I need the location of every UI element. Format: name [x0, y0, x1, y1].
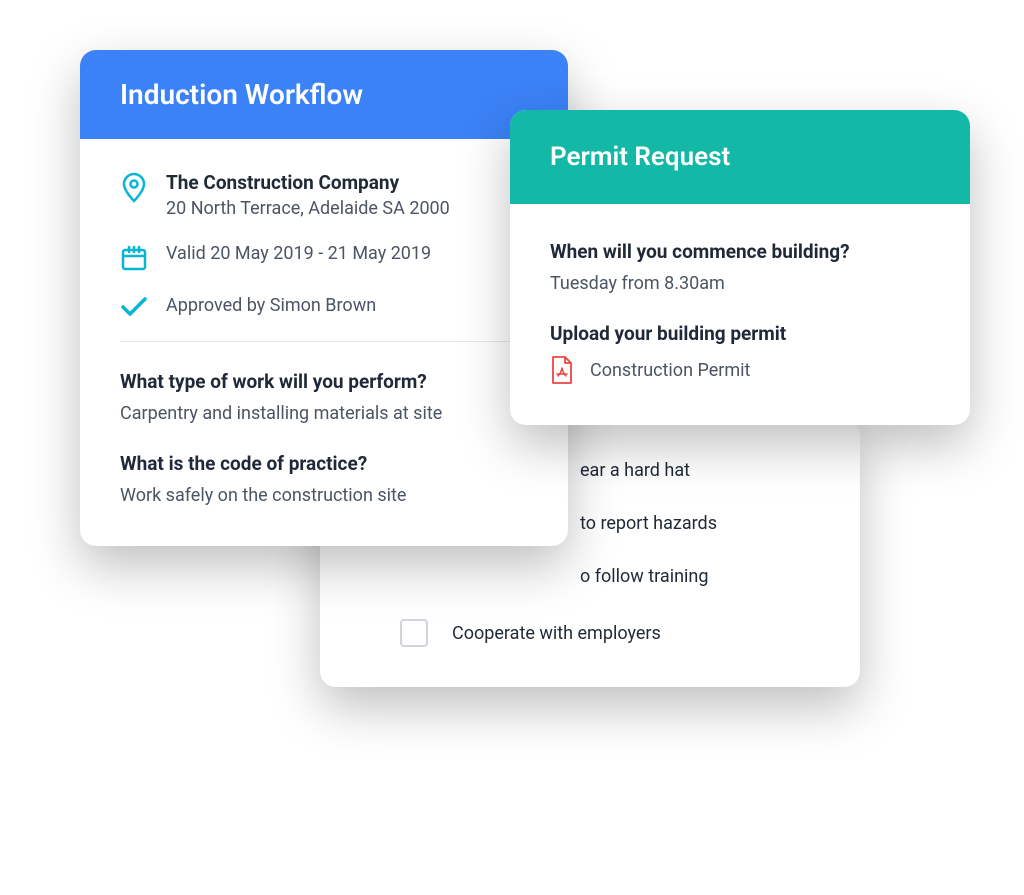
pdf-file-icon — [550, 355, 574, 385]
calendar-icon — [120, 243, 148, 271]
code-practice-answer: Work safely on the construction site — [120, 485, 528, 506]
commence-question: When will you commence building? — [550, 240, 930, 263]
permit-title: Permit Request — [550, 142, 730, 172]
location-row: The Construction Company 20 North Terrac… — [120, 171, 528, 219]
upload-question: Upload your building permit — [550, 322, 930, 345]
checklist-item: Cooperate with employers — [400, 619, 820, 647]
file-attachment[interactable]: Construction Permit — [550, 355, 930, 385]
induction-workflow-card: Induction Workflow The Construction Comp… — [80, 50, 568, 546]
checklist-label: Cooperate with employers — [452, 623, 661, 644]
work-type-question: What type of work will you perform? — [120, 370, 528, 393]
location-pin-icon — [120, 171, 148, 203]
divider — [120, 341, 528, 342]
validity-text: Valid 20 May 2019 - 21 May 2019 — [166, 243, 528, 264]
permit-header: Permit Request — [510, 110, 970, 204]
approved-row: Approved by Simon Brown — [120, 295, 528, 317]
checklist-item-partial: o follow training — [400, 566, 820, 587]
code-practice-question: What is the code of practice? — [120, 452, 528, 475]
induction-title: Induction Workflow — [120, 78, 363, 111]
validity-row: Valid 20 May 2019 - 21 May 2019 — [120, 243, 528, 271]
checkbox[interactable] — [400, 619, 428, 647]
file-name: Construction Permit — [590, 360, 750, 381]
work-type-answer: Carpentry and installing materials at si… — [120, 403, 528, 424]
induction-header: Induction Workflow — [80, 50, 568, 139]
approved-text: Approved by Simon Brown — [166, 295, 528, 316]
company-name: The Construction Company — [166, 171, 528, 194]
company-address: 20 North Terrace, Adelaide SA 2000 — [166, 198, 528, 219]
checkmark-icon — [120, 295, 148, 317]
permit-request-card: Permit Request When will you commence bu… — [510, 110, 970, 425]
commence-answer: Tuesday from 8.30am — [550, 273, 930, 294]
